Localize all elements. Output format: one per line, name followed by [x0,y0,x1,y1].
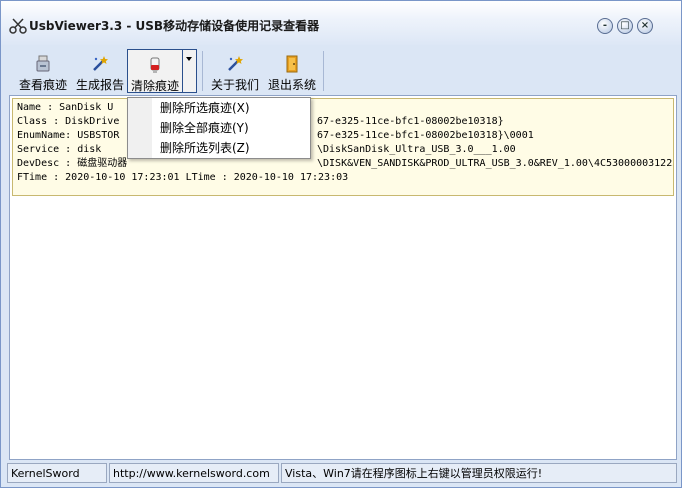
clear-traces-label: 清除痕迹 [130,79,179,93]
eraser-icon [150,57,160,73]
menu-item-delete-selected-list[interactable]: 删除所选列表(Z) [160,138,250,158]
record-list[interactable]: Name : SanDisk U Class : DiskDrive 67-e3… [9,95,677,460]
record-dev-desc: DevDesc : 磁盘驱动器 [17,158,128,169]
app-window: UsbViewer3.3 - USB移动存储设备使用记录查看器 - □ × 查看… [0,0,682,488]
record-service: Service : disk [17,144,102,155]
info-icon [228,56,243,71]
generate-report-button[interactable]: 生成报告 [71,49,129,93]
window-title: UsbViewer3.3 - USB移动存储设备使用记录查看器 [29,19,320,33]
record-instance-id: \DISK&VEN_SANDISK&PROD_ULTRA_USB_3.0&REV… [317,158,674,169]
status-bar: KernelSword http://www.kernelsword.com V… [7,463,677,483]
record-class-guid: 67-e325-11ce-bfc1-08002be10318} [317,116,504,127]
view-traces-button[interactable]: 查看痕迹 [15,49,71,93]
record-class: Class : DiskDrive [17,116,120,127]
record-friendly-id: \DiskSanDisk_Ultra_USB_3.0___1.00 [317,144,516,155]
toolbar: 查看痕迹 生成报告 清除痕迹 关于我们 退出系统 [7,49,677,93]
exit-door-icon [286,55,298,73]
toolbar-separator [202,51,203,91]
menu-item-delete-selected-traces[interactable]: 删除所选痕迹(X) [160,98,250,118]
clear-traces-button[interactable]: 清除痕迹 [127,49,183,93]
menu-icon-strip [128,98,152,158]
chevron-down-icon [186,57,192,61]
about-us-button[interactable]: 关于我们 [207,49,263,93]
exit-system-label: 退出系统 [267,78,316,92]
record-enum-name: EnumName: USBSTOR [17,130,120,141]
minimize-button[interactable]: - [597,18,613,34]
record-times: FTime : 2020-10-10 17:23:01 LTime : 2020… [17,172,349,183]
clear-traces-dropdown-menu: 删除所选痕迹(X) 删除全部痕迹(Y) 删除所选列表(Z) [127,97,311,159]
usb-drive-icon [36,55,50,72]
menu-item-delete-all-traces[interactable]: 删除全部痕迹(Y) [160,118,249,138]
status-author: KernelSword [7,463,107,483]
clear-traces-dropdown-button[interactable] [183,49,197,93]
list-item[interactable]: Name : SanDisk U Class : DiskDrive 67-e3… [12,98,674,196]
maximize-button[interactable]: □ [617,18,633,34]
toolbar-separator [323,51,324,91]
status-hint: Vista、Win7请在程序图标上右键以管理员权限运行! [281,463,677,483]
status-website[interactable]: http://www.kernelsword.com [109,463,279,483]
view-traces-label: 查看痕迹 [18,78,67,92]
record-name: Name : SanDisk U [17,102,114,113]
magic-wand-icon [93,56,108,71]
generate-report-label: 生成报告 [75,78,124,92]
record-enum-guid: 67-e325-11ce-bfc1-08002be10318}\0001 [317,130,534,141]
exit-system-button[interactable]: 退出系统 [263,49,321,93]
close-button[interactable]: × [637,18,653,34]
scissors-icon [9,18,27,34]
about-us-label: 关于我们 [210,78,259,92]
title-bar[interactable]: UsbViewer3.3 - USB移动存储设备使用记录查看器 - □ × [1,1,681,45]
